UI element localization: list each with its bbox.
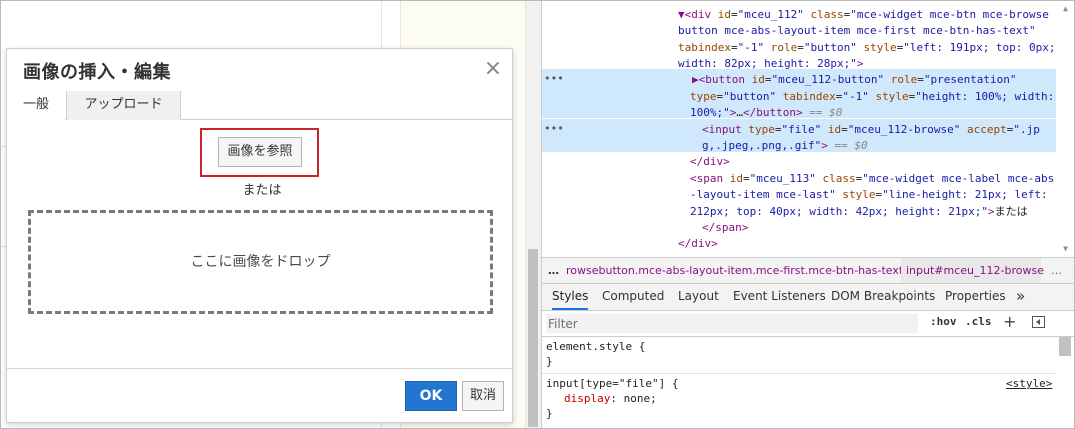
dom-node-line[interactable]: <input type="file" id="mceu_112-browse" … bbox=[702, 122, 1056, 139]
dom-node-line[interactable]: </span> bbox=[702, 220, 1056, 237]
styles-filter-input[interactable] bbox=[546, 314, 918, 333]
rule-divider bbox=[542, 373, 1056, 374]
tab-general[interactable]: 一般 bbox=[7, 91, 65, 120]
rule-source-link[interactable]: <style> bbox=[1006, 376, 1052, 391]
cancel-button[interactable]: 取消 bbox=[462, 381, 504, 411]
hover-state-toggle[interactable]: :hov bbox=[930, 315, 957, 328]
dom-node-line[interactable]: button mce-abs-layout-item mce-first mce… bbox=[678, 23, 1056, 40]
css-value: none; bbox=[623, 392, 657, 405]
dom-node-line[interactable]: 212px; top: 40px; width: 42px; height: 2… bbox=[690, 204, 1056, 221]
tab-upload[interactable]: アップロード bbox=[66, 91, 181, 120]
tab-dom-breakpoints[interactable]: DOM Breakpoints bbox=[831, 284, 935, 310]
dialog-header: 画像の挿入・編集 × bbox=[7, 49, 512, 91]
page-scrollbar-thumb[interactable] bbox=[528, 249, 538, 427]
sidebar-toggle-icon[interactable] bbox=[1032, 316, 1045, 328]
styles-scrollbar-thumb[interactable] bbox=[1059, 337, 1071, 356]
element-style-close: } bbox=[546, 355, 553, 368]
dom-node-line[interactable]: </div> bbox=[678, 236, 1056, 253]
dom-node-line[interactable]: ▼<div id="mceu_112" class="mce-widget mc… bbox=[678, 7, 1056, 24]
breadcrumb-overflow[interactable]: … bbox=[548, 258, 559, 283]
styles-scrollbar[interactable] bbox=[1056, 337, 1074, 428]
tab-event-listeners[interactable]: Event Listeners bbox=[733, 284, 826, 310]
dom-node-line[interactable]: ▶<button id="mceu_112-button" role="pres… bbox=[692, 72, 1056, 89]
breadcrumb-more[interactable]: … bbox=[1051, 258, 1062, 283]
dom-breadcrumb: … rowsebutton.mce-abs-layout-item.mce-fi… bbox=[542, 257, 1074, 284]
or-label: または bbox=[242, 183, 282, 198]
dialog-footer: OK 取消 bbox=[7, 368, 512, 422]
element-style-selector[interactable]: element.style { bbox=[546, 339, 645, 354]
node-menu-icon[interactable]: ••• bbox=[544, 121, 564, 138]
image-drop-zone[interactable]: ここに画像をドロップ bbox=[28, 210, 493, 314]
upload-panel: 画像を参照 または ここに画像をドロップ bbox=[7, 120, 512, 368]
node-menu-icon[interactable]: ••• bbox=[544, 71, 564, 88]
tab-computed[interactable]: Computed bbox=[602, 284, 664, 310]
tab-layout[interactable]: Layout bbox=[678, 284, 719, 310]
dialog-title: 画像の挿入・編集 bbox=[23, 62, 171, 83]
input-file-selector[interactable]: input[type="file"] { bbox=[546, 376, 678, 391]
browse-image-button[interactable]: 画像を参照 bbox=[218, 137, 302, 167]
breadcrumb-item-selected[interactable]: input#mceu_112-browse bbox=[901, 258, 1044, 283]
scroll-up-icon[interactable]: ▲ bbox=[1060, 3, 1071, 14]
dom-node-line[interactable]: type="button" tabindex="-1" style="heigh… bbox=[690, 89, 1056, 106]
image-insert-dialog: 画像の挿入・編集 × 一般 アップロード 画像を参照 または ここに画像をドロッ… bbox=[6, 48, 513, 423]
close-icon[interactable]: × bbox=[481, 57, 505, 81]
devtools-panel: ••• ••• ▼<div id="mceu_112" class="mce-w… bbox=[541, 1, 1074, 428]
dom-node-line[interactable]: -layout-item mce-last" style="line-heigh… bbox=[690, 187, 1056, 204]
breadcrumb-item[interactable]: rowsebutton.mce-abs-layout-item.mce-firs… bbox=[566, 258, 903, 283]
tab-properties[interactable]: Properties bbox=[945, 284, 1006, 310]
dom-node-line[interactable]: </div> bbox=[690, 154, 1056, 171]
styles-filter-bar: :hov .cls + bbox=[542, 311, 1074, 337]
ok-button[interactable]: OK bbox=[405, 381, 457, 411]
dom-tree-scrollbar[interactable]: ▲ ▼ bbox=[1056, 1, 1074, 257]
new-rule-icon[interactable]: + bbox=[1003, 312, 1016, 331]
more-tabs-icon[interactable]: » bbox=[1016, 284, 1025, 310]
styles-rules: element.style { } input[type="file"] { <… bbox=[542, 337, 1056, 428]
screenshot-frame: 画像の挿入・編集 × 一般 アップロード 画像を参照 または ここに画像をドロッ… bbox=[0, 0, 1075, 429]
elements-dom-tree: ••• ••• ▼<div id="mceu_112" class="mce-w… bbox=[542, 1, 1056, 257]
dom-node-line[interactable]: tabindex="-1" role="button" style="left:… bbox=[678, 40, 1056, 57]
css-property: display bbox=[564, 392, 611, 405]
css-declaration[interactable]: display: none; bbox=[564, 391, 657, 406]
input-file-close: } bbox=[546, 407, 553, 420]
class-toggle[interactable]: .cls bbox=[965, 315, 992, 328]
dialog-tabs: 一般 アップロード bbox=[7, 91, 512, 120]
dom-node-line[interactable]: 100%;">…</button> == $0 bbox=[690, 105, 1056, 122]
dom-node-line[interactable]: width: 82px; height: 28px;"> bbox=[678, 56, 1056, 73]
styles-panel-tabs: Styles Computed Layout Event Listeners D… bbox=[542, 284, 1074, 311]
dom-node-line[interactable]: g,.jpeg,.png,.gif"> == $0 bbox=[702, 138, 1056, 155]
tab-styles[interactable]: Styles bbox=[552, 284, 589, 310]
drop-zone-label: ここに画像をドロップ bbox=[190, 254, 331, 270]
dom-node-line[interactable]: <span id="mceu_113" class="mce-widget mc… bbox=[690, 171, 1056, 188]
scroll-down-icon[interactable]: ▼ bbox=[1060, 243, 1071, 254]
